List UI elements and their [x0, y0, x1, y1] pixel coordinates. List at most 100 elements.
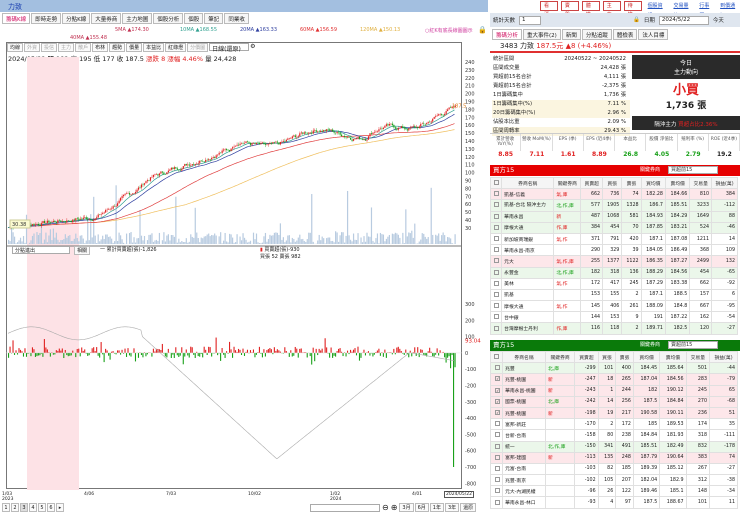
top-action-button[interactable]: 主力 — [602, 1, 621, 18]
analysis-tab-0[interactable]: 籌碼分析 — [492, 29, 523, 40]
top-action-button[interactable]: 體檢 — [581, 1, 600, 18]
range-input[interactable] — [310, 503, 380, 512]
zoom-in-icon[interactable]: ⊕ — [391, 503, 398, 512]
table-row[interactable]: 富邦-建國新 -113 135 248 187.79 190.64 383 74 — [489, 451, 738, 464]
column-header[interactable]: 買均價 — [632, 350, 661, 364]
row-checkbox[interactable] — [489, 244, 503, 257]
table-row[interactable]: 永豐金 北,作,庫 182 318 136 188.29 184.56 454 -65 — [489, 266, 738, 279]
row-checkbox[interactable] — [489, 221, 503, 234]
buy-filter-select[interactable]: 買超前15 — [668, 166, 718, 174]
column-header[interactable]: 賣張 — [621, 176, 642, 190]
column-header[interactable]: 交易量 — [685, 350, 711, 364]
range-button[interactable]: 6月 — [414, 503, 429, 512]
row-checkbox[interactable]: ✓ — [489, 384, 504, 397]
tab-1[interactable]: 即時走勢 — [31, 13, 62, 24]
table-row[interactable]: 凱基-信義 氣,庫 662 736 74 182.28 184.66 810 384 — [489, 188, 738, 201]
select-all-checkbox[interactable] — [489, 350, 504, 364]
top-action-button[interactable]: 賣盤 — [560, 1, 579, 18]
top-action-button[interactable]: 看漲 — [540, 1, 558, 18]
row-checkbox[interactable] — [489, 199, 503, 212]
row-checkbox[interactable] — [489, 277, 503, 290]
analysis-tab-4[interactable]: 體檢表 — [612, 29, 638, 40]
range-button[interactable]: 3月 — [399, 503, 414, 512]
row-checkbox[interactable] — [489, 462, 504, 476]
table-row[interactable]: 台中銀 144 153 9 191 187.22 162 -54 — [489, 311, 738, 324]
row-checkbox[interactable] — [489, 451, 504, 464]
price-chart[interactable]: 240 230 220 210 200 190180 170 160 150 140 130 120 1… — [0, 42, 488, 492]
column-header[interactable]: 買均價 — [640, 176, 666, 190]
zoom-out-icon[interactable]: ⊖ — [382, 503, 389, 512]
table-row[interactable]: 兆豐 北,庫 -299 101 400 184.45 185.64 501 -44 — [489, 362, 738, 375]
tab-8[interactable]: 同業收 — [224, 13, 249, 24]
table-row[interactable]: 華南永昌-南京 290 329 39 184.05 186.49 368 109 — [489, 244, 738, 257]
tab-3[interactable]: 大量券商 — [91, 13, 122, 24]
column-header[interactable]: 關鍵券商 — [544, 350, 576, 364]
table-row[interactable]: 凱基 153 155 2 187.1 188.5 157 6 — [489, 288, 738, 302]
table-row[interactable]: 元大-內湖民權 -96 26 122 189.46 185.1 148 -34 — [489, 485, 738, 498]
row-checkbox[interactable] — [489, 474, 504, 487]
lock-icon[interactable]: 🔒 — [633, 17, 640, 23]
row-checkbox[interactable] — [489, 188, 503, 201]
column-header[interactable]: 賣均價 — [659, 350, 687, 364]
page-button[interactable]: ▸ — [56, 503, 64, 512]
table-row[interactable]: 凱基-台北 隔沖主力 北,作,庫 577 1905 1328 186.7 185.51 323… — [489, 199, 738, 212]
page-button[interactable]: 1 — [2, 503, 10, 512]
analysis-tab-3[interactable]: 分點追蹤 — [581, 29, 612, 40]
row-checkbox[interactable] — [489, 429, 504, 442]
table-row[interactable]: ✓ 國票-桃園 北,庫 -242 14 256 187.5 184.84 270 -68 — [489, 395, 738, 408]
column-header[interactable]: 買賣超 — [574, 350, 599, 364]
range-button[interactable]: 1年 — [429, 503, 444, 512]
select-all-checkbox[interactable] — [489, 176, 503, 190]
tab-7[interactable]: 筆記 — [204, 13, 224, 24]
table-row[interactable]: 台新-台南 -158 80 238 184.84 181.93 318 -111 — [489, 429, 738, 442]
row-checkbox[interactable] — [489, 418, 504, 431]
range-button[interactable]: 還原 — [460, 503, 477, 512]
page-button[interactable]: 4 — [29, 503, 37, 512]
row-checkbox[interactable] — [489, 362, 504, 375]
days-select[interactable]: 1 — [519, 15, 542, 25]
table-row[interactable]: 美林 氣,作 172 417 245 187.29 183.38 662 -92 — [489, 277, 738, 290]
page-button[interactable]: 2 — [11, 503, 19, 512]
table-row[interactable]: 富邦-新莊 -170 2 172 185 189.53 174 35 — [489, 418, 738, 431]
table-row[interactable]: 新加坡商瑞銀 氣,作 371 791 420 187.1 187.08 1211 14 — [489, 232, 738, 246]
row-checkbox[interactable] — [489, 311, 503, 324]
column-header[interactable]: 交易量 — [689, 176, 713, 190]
column-header[interactable]: 券商名稱 — [502, 350, 546, 364]
analysis-tab-5[interactable]: 法人目標 — [638, 29, 669, 40]
table-row[interactable]: ✓ 兆豐-桃園新 -247 18 265 187.04 184.56 283 -79 — [489, 373, 738, 386]
column-header[interactable]: 券商名稱 — [501, 176, 555, 190]
page-button[interactable]: 6 — [47, 503, 55, 512]
column-header[interactable]: 買張 — [597, 350, 617, 364]
column-header[interactable]: 賣均價 — [664, 176, 691, 190]
tab-5[interactable]: 個股分析 — [153, 13, 184, 24]
row-checkbox[interactable] — [489, 266, 503, 279]
row-checkbox[interactable] — [489, 485, 504, 498]
date-input[interactable]: 2024/5/22 — [658, 15, 709, 25]
chart-note[interactable]: ○紅K有底長線圖圖示 — [425, 27, 473, 34]
row-checkbox[interactable] — [489, 300, 503, 313]
sell-filter-select[interactable]: 賣超前15 — [668, 341, 718, 349]
column-header[interactable]: 賣張 — [615, 350, 634, 364]
tab-4[interactable]: 主力地圖 — [122, 13, 153, 24]
column-header[interactable]: 關鍵券商 — [553, 176, 582, 190]
table-row[interactable]: 統一 北,作,庫 -150 341 491 185.51 182.49 832 -178 — [489, 440, 738, 453]
row-checkbox[interactable] — [489, 322, 503, 335]
table-row[interactable]: 華南永昌新 487 1068 581 184.93 184.29 1649 88 — [489, 210, 738, 223]
row-checkbox[interactable] — [489, 288, 503, 302]
related-button[interactable]: 相關 — [74, 246, 91, 255]
table-row[interactable]: 摩根大通 作,庫 384 454 70 187.85 183.21 524 -46 — [489, 221, 738, 234]
row-checkbox[interactable] — [489, 210, 503, 223]
range-button[interactable]: 3年 — [444, 503, 460, 512]
row-checkbox[interactable] — [489, 496, 504, 509]
table-row[interactable]: 華南永昌-林口 -93 4 97 187.5 188.67 101 11 — [489, 496, 738, 509]
top-action-button[interactable]: 待檢 — [623, 1, 642, 18]
table-row[interactable]: 元富-台南 -103 82 185 189.39 185.12 267 -27 — [489, 462, 738, 476]
row-checkbox[interactable] — [489, 255, 503, 268]
row-checkbox[interactable] — [489, 440, 504, 453]
table-row[interactable]: 兆豐-南京 -102 105 207 182.04 182.9 312 -38 — [489, 474, 738, 487]
row-checkbox[interactable]: ✓ — [489, 406, 504, 420]
today-button[interactable]: 今天 — [713, 16, 724, 24]
table-row[interactable]: ✓ 兆豐-桃園新 -198 19 217 190.58 190.11 236 51 — [489, 406, 738, 420]
table-row[interactable]: 摩根大通 氣,作 145 406 261 188.09 184.8 667 -95 — [489, 300, 738, 313]
tab-6[interactable]: 個股 — [184, 13, 204, 24]
